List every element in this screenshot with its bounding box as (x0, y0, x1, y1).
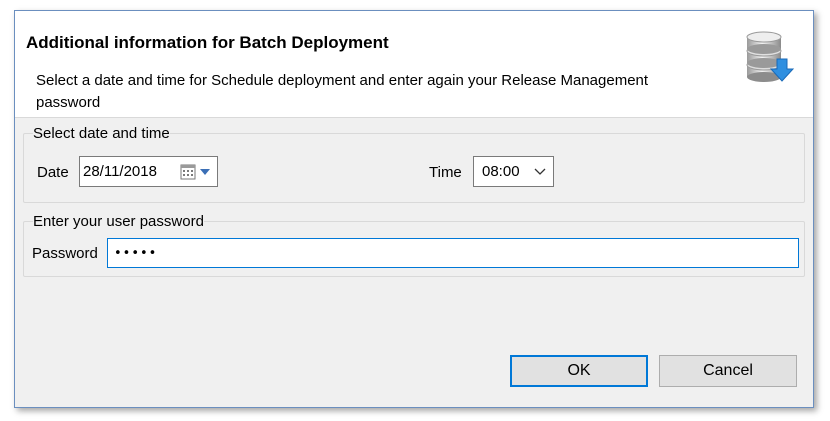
time-value: 08:00 (482, 163, 520, 180)
database-download-icon (746, 31, 795, 82)
calendar-icon[interactable] (180, 163, 214, 181)
dialog-title: Additional information for Batch Deploym… (26, 33, 389, 52)
ok-button[interactable]: OK (510, 355, 648, 387)
password-group-label: Enter your user password (33, 213, 204, 230)
chevron-down-icon (534, 168, 546, 175)
dialog-description: Select a date and time for Schedule depl… (36, 72, 649, 111)
time-label: Time (429, 164, 462, 181)
schedule-group-label: Select date and time (33, 125, 170, 142)
password-label: Password (32, 245, 98, 262)
cancel-button[interactable]: Cancel (659, 355, 797, 387)
password-input[interactable] (107, 238, 799, 268)
date-picker[interactable]: 28/11/2018 (79, 156, 218, 187)
date-value: 28/11/2018 (83, 163, 157, 180)
dialog-header: Additional information for Batch Deploym… (15, 11, 813, 118)
date-label: Date (37, 164, 69, 181)
time-select[interactable]: 08:00 (473, 156, 554, 187)
batch-deployment-dialog: Additional information for Batch Deploym… (14, 10, 814, 408)
